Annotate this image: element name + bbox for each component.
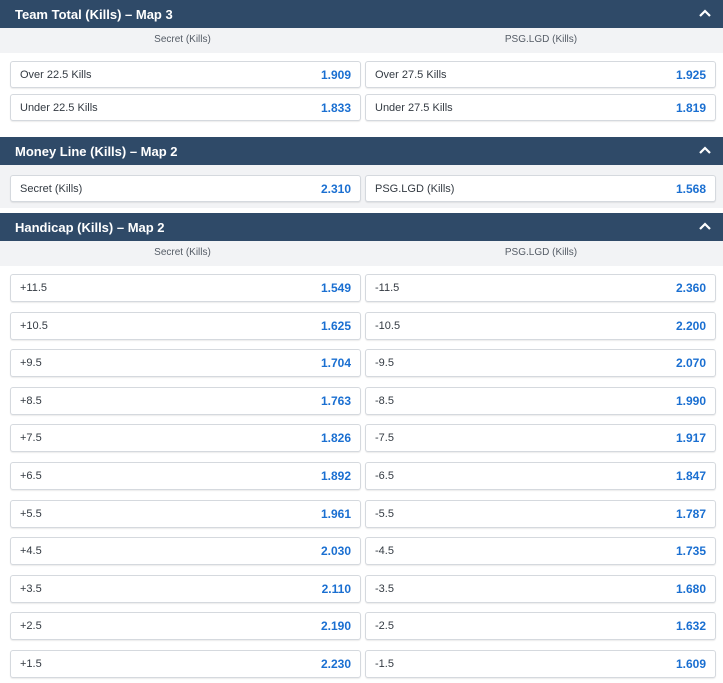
bet-odds: 1.735 — [675, 544, 706, 558]
bet-odds: 1.892 — [320, 469, 351, 483]
bet-odds: 1.909 — [320, 67, 351, 82]
bet-odds: 2.070 — [675, 356, 706, 370]
bet-label: +1.5 — [20, 658, 42, 670]
section-header-handicap[interactable]: Handicap (Kills) – Map 2 — [0, 213, 723, 241]
column-header-right: PSG.LGD (Kills) — [504, 34, 578, 45]
bet-button-right[interactable]: -2.5 1.632 — [365, 612, 716, 640]
bet-button-right[interactable]: PSG.LGD (Kills) 1.568 — [365, 175, 716, 202]
column-header-right: PSG.LGD (Kills) — [504, 247, 578, 258]
bet-button-right[interactable]: Over 27.5 Kills 1.925 — [365, 61, 716, 88]
bet-button-right[interactable]: -3.5 1.680 — [365, 575, 716, 603]
bet-odds: 1.549 — [320, 281, 351, 295]
bet-label: -8.5 — [375, 395, 394, 407]
bet-odds: 1.990 — [675, 394, 706, 408]
bet-odds: 2.310 — [320, 181, 351, 196]
bet-odds: 1.925 — [675, 67, 706, 82]
bet-button-right[interactable]: -8.5 1.990 — [365, 387, 716, 415]
bet-button-right[interactable]: -4.5 1.735 — [365, 537, 716, 565]
bet-button-left[interactable]: +5.5 1.961 — [10, 500, 361, 528]
bet-button-left[interactable]: +11.5 1.549 — [10, 274, 361, 302]
bet-button-left[interactable]: +2.5 2.190 — [10, 612, 361, 640]
bet-label: +3.5 — [20, 583, 42, 595]
bet-button-left[interactable]: +4.5 2.030 — [10, 537, 361, 565]
bet-odds: 1.819 — [675, 100, 706, 115]
bet-label: Under 27.5 Kills — [375, 101, 453, 114]
bet-label: PSG.LGD (Kills) — [375, 182, 455, 195]
bet-odds: 1.609 — [675, 657, 706, 671]
bet-button-left[interactable]: +7.5 1.826 — [10, 424, 361, 452]
bet-button-left[interactable]: +10.5 1.625 — [10, 312, 361, 340]
section-header-team-total[interactable]: Team Total (Kills) – Map 3 — [0, 0, 723, 28]
section-title: Money Line (Kills) – Map 2 — [15, 143, 178, 159]
bet-button-right[interactable]: -5.5 1.787 — [365, 500, 716, 528]
bet-odds: 2.030 — [320, 544, 351, 558]
bet-label: -10.5 — [375, 320, 401, 332]
bet-label: -1.5 — [375, 658, 394, 670]
bet-button-left[interactable]: +6.5 1.892 — [10, 462, 361, 490]
bet-label: +6.5 — [20, 470, 42, 482]
bet-odds: 1.568 — [675, 181, 706, 196]
bet-button-left[interactable]: +8.5 1.763 — [10, 387, 361, 415]
bet-button-right[interactable]: -10.5 2.200 — [365, 312, 716, 340]
bet-label: +7.5 — [20, 432, 42, 444]
column-header-left: Secret (Kills) — [154, 247, 211, 258]
bet-label: -6.5 — [375, 470, 394, 482]
bet-odds: 1.826 — [320, 431, 351, 445]
bet-odds: 1.763 — [320, 394, 351, 408]
bet-label: +8.5 — [20, 395, 42, 407]
chevron-up-icon[interactable] — [697, 5, 713, 21]
bet-button-right[interactable]: -7.5 1.917 — [365, 424, 716, 452]
bet-button-right[interactable]: -1.5 1.609 — [365, 650, 716, 678]
bet-label: Over 22.5 Kills — [20, 68, 92, 81]
bet-odds: 2.200 — [675, 319, 706, 333]
bet-label: Over 27.5 Kills — [375, 68, 447, 81]
bet-odds: 1.787 — [675, 507, 706, 521]
column-header-left: Secret (Kills) — [154, 34, 211, 45]
bet-odds: 1.917 — [675, 431, 706, 445]
bet-button-left[interactable]: +9.5 1.704 — [10, 349, 361, 377]
bet-odds: 1.961 — [320, 507, 351, 521]
bet-odds: 2.110 — [321, 582, 351, 596]
bet-button-left[interactable]: +1.5 2.230 — [10, 650, 361, 678]
bet-label: -4.5 — [375, 545, 394, 557]
bet-label: -3.5 — [375, 583, 394, 595]
bet-odds: 2.190 — [320, 619, 351, 633]
bet-odds: 1.847 — [675, 469, 706, 483]
bet-odds: 1.625 — [320, 319, 351, 333]
bet-label: -11.5 — [375, 282, 400, 294]
bet-odds: 2.230 — [320, 657, 351, 671]
bet-button-left[interactable]: Over 22.5 Kills 1.909 — [10, 61, 361, 88]
bet-odds: 1.680 — [675, 582, 706, 596]
bet-odds: 2.360 — [675, 281, 706, 295]
chevron-up-icon[interactable] — [697, 218, 713, 234]
bet-odds: 1.632 — [675, 619, 706, 633]
section-title: Handicap (Kills) – Map 2 — [15, 219, 165, 235]
bet-label: Under 22.5 Kills — [20, 101, 98, 114]
bet-label: +9.5 — [20, 357, 42, 369]
bet-label: Secret (Kills) — [20, 182, 83, 195]
bet-label: -2.5 — [375, 620, 394, 632]
bet-button-left[interactable]: Secret (Kills) 2.310 — [10, 175, 361, 202]
bet-label: +4.5 — [20, 545, 42, 557]
bet-label: +10.5 — [20, 320, 48, 332]
bet-button-right[interactable]: Under 27.5 Kills 1.819 — [365, 94, 716, 121]
bet-button-right[interactable]: -9.5 2.070 — [365, 349, 716, 377]
bet-button-left[interactable]: Under 22.5 Kills 1.833 — [10, 94, 361, 121]
section-header-money-line[interactable]: Money Line (Kills) – Map 2 — [0, 137, 723, 165]
bet-odds: 1.833 — [320, 100, 351, 115]
bet-label: +11.5 — [20, 282, 48, 294]
chevron-up-icon[interactable] — [697, 142, 713, 158]
bet-button-right[interactable]: -11.5 2.360 — [365, 274, 716, 302]
bet-button-left[interactable]: +3.5 2.110 — [10, 575, 361, 603]
bet-label: -5.5 — [375, 508, 394, 520]
bet-odds: 1.704 — [320, 356, 351, 370]
bet-label: -7.5 — [375, 432, 394, 444]
bet-label: +5.5 — [20, 508, 42, 520]
bet-button-right[interactable]: -6.5 1.847 — [365, 462, 716, 490]
bet-label: +2.5 — [20, 620, 42, 632]
bet-label: -9.5 — [375, 357, 394, 369]
section-title: Team Total (Kills) – Map 3 — [15, 6, 173, 22]
